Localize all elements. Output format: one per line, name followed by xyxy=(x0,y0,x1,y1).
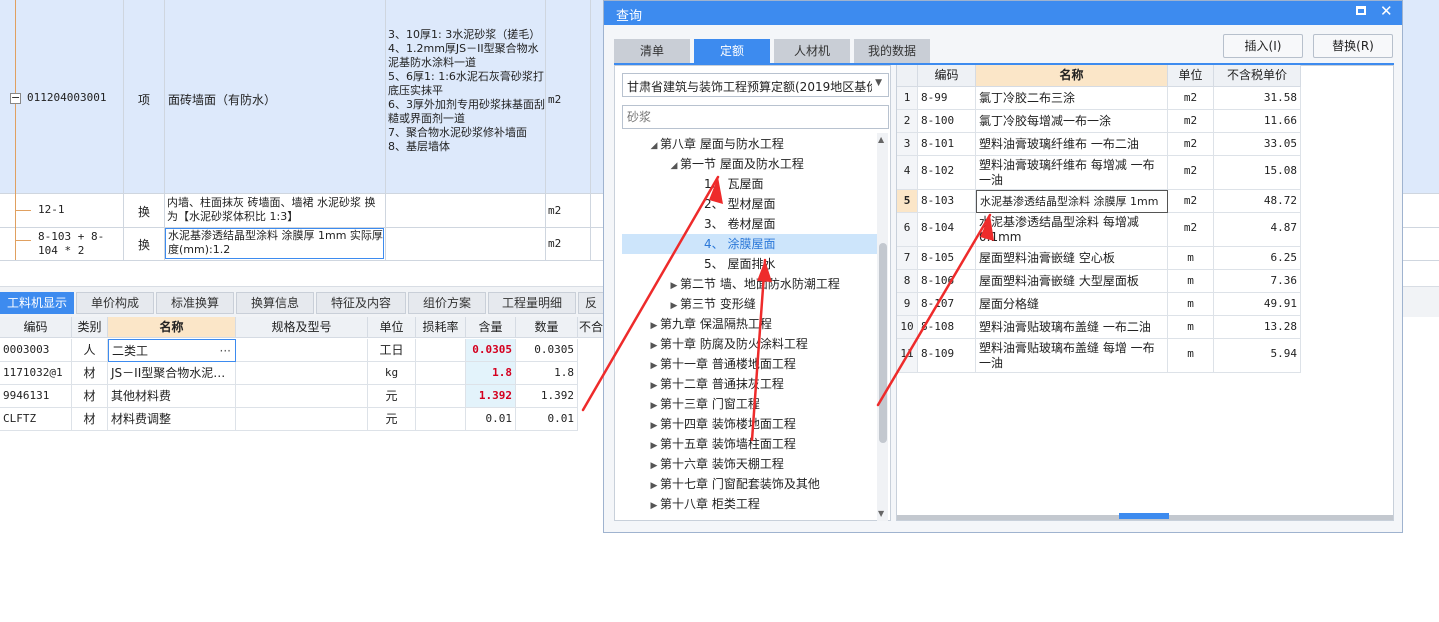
annotation-arrow-2 xyxy=(750,258,767,442)
annotation-arrow-3 xyxy=(876,213,992,407)
arrowhead-2 xyxy=(757,260,772,282)
annotation-arrow-1 xyxy=(581,175,720,412)
annotation-overlay xyxy=(581,175,994,442)
